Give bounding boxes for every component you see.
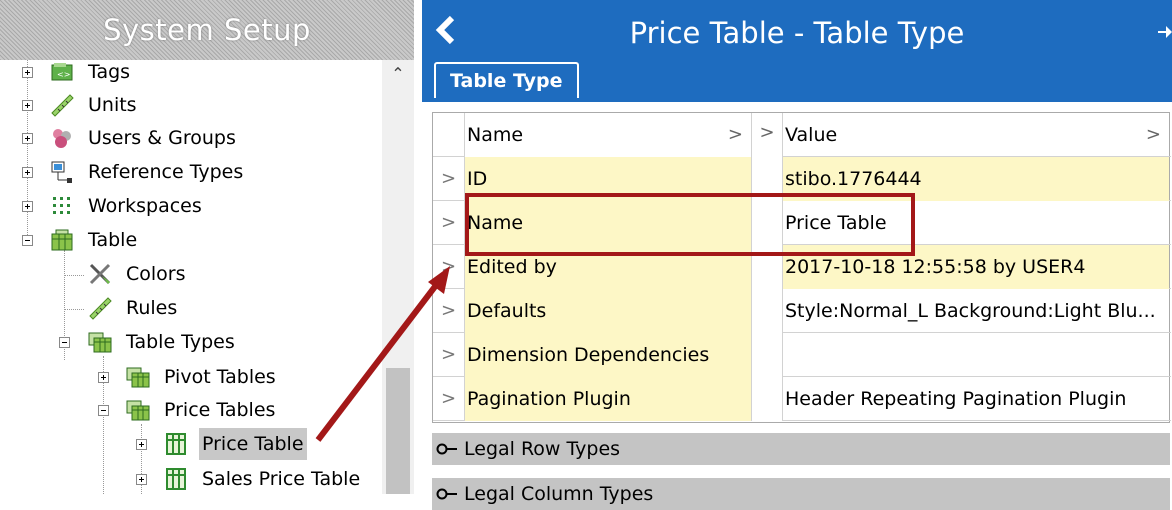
row-expand-icon[interactable]: > [433, 201, 465, 245]
row-expand-icon[interactable]: > [433, 245, 465, 289]
tree-item-label: Table [88, 229, 138, 251]
table-types-icon [126, 367, 150, 388]
expand-icon[interactable] [22, 201, 33, 212]
tree-scrollbar[interactable]: ⌃ [382, 60, 414, 494]
property-value[interactable] [783, 333, 1169, 377]
collapse-section-icon[interactable] [436, 441, 458, 457]
tree-item-label: Table Types [126, 331, 235, 353]
tree-item-label: Colors [126, 263, 186, 285]
table-types-icon [88, 332, 112, 353]
collapse-section-icon[interactable] [436, 486, 458, 502]
tree-item-label: Sales Price Table [202, 468, 361, 490]
property-grid: Name > > Value > > ID stibo.1776444 > Name… [432, 112, 1171, 423]
navigation-tree: <> Tags Units Users & Groups Reference T… [0, 60, 382, 494]
column-header-name[interactable]: Name > [465, 113, 751, 157]
row-expand-icon[interactable]: > [433, 377, 465, 421]
tree-item-label: Tags [88, 61, 131, 83]
tree-item-label: Price Tables [164, 399, 276, 421]
editor-title: Price Table - Table Type [629, 16, 965, 50]
svg-text:<>: <> [57, 70, 70, 79]
expand-icon[interactable] [136, 439, 147, 450]
expand-icon[interactable] [98, 372, 109, 383]
property-name: Pagination Plugin [465, 377, 751, 421]
expand-icon[interactable] [22, 167, 33, 178]
collapse-icon[interactable] [98, 405, 109, 416]
section-legal-row-types[interactable]: Legal Row Types [432, 433, 1170, 465]
green-table-icon [166, 433, 186, 455]
expand-icon[interactable] [22, 67, 33, 78]
tree-item-label: Price Table [199, 428, 307, 460]
table-row[interactable]: > Dimension Dependencies [433, 333, 1171, 377]
table-row[interactable]: > Defaults Style:Normal_L Background:Lig… [433, 289, 1171, 333]
table-row[interactable]: > Pagination Plugin Header Repeating Pag… [433, 377, 1171, 421]
tab-table-type[interactable]: Table Type [434, 62, 579, 100]
section-label: Legal Row Types [464, 438, 621, 460]
collapse-icon[interactable] [22, 235, 33, 246]
scroll-thumb[interactable] [386, 368, 410, 494]
section-legal-column-types[interactable]: Legal Column Types [432, 478, 1170, 510]
property-name: Defaults [465, 289, 751, 333]
chevron-right-icon[interactable]: > [751, 113, 783, 157]
chevron-right-icon: > [1145, 124, 1161, 145]
colors-tools-icon [89, 263, 111, 285]
row-expand-icon[interactable]: > [433, 157, 465, 201]
collapse-icon[interactable] [59, 337, 70, 348]
table-icon [51, 229, 73, 251]
ruler-icon [89, 297, 112, 320]
section-label: Legal Column Types [464, 483, 654, 505]
tree-item-label: Reference Types [88, 161, 244, 183]
ruler-icon [51, 94, 74, 117]
expand-icon[interactable] [22, 133, 33, 144]
cell-spacer [751, 333, 783, 377]
expand-icon[interactable] [22, 100, 33, 111]
highlight-box [465, 193, 915, 256]
users-icon [53, 129, 71, 148]
row-expander-header [433, 113, 465, 157]
cell-spacer [751, 377, 783, 421]
property-value[interactable]: Style:Normal_L Background:Light Blu... [783, 289, 1169, 333]
tree-item-label: Pivot Tables [164, 366, 276, 388]
tree-item-label: Users & Groups [88, 127, 236, 149]
chevron-right-icon: > [727, 124, 743, 145]
green-table-icon [166, 468, 186, 490]
property-value[interactable]: Header Repeating Pagination Plugin [783, 377, 1169, 421]
tab-strip: Table Type [422, 62, 1172, 102]
row-expand-icon[interactable]: > [433, 333, 465, 377]
system-setup-panel: System Setup <> Tags Units Users & Group… [0, 0, 414, 494]
workspaces-icon [53, 197, 70, 214]
reference-icon [51, 161, 72, 183]
tags-icon: <> [51, 63, 73, 81]
expand-icon[interactable] [136, 474, 147, 485]
table-types-icon [126, 400, 150, 421]
tree-item-label: Units [88, 94, 137, 116]
column-header-value[interactable]: Value > [783, 113, 1169, 157]
tree-item-label: Workspaces [88, 195, 202, 217]
grid-header: Name > > Value > [433, 113, 1171, 157]
row-expand-icon[interactable]: > [433, 289, 465, 333]
tree-item-label: Rules [126, 297, 178, 319]
panel-title: System Setup [0, 0, 414, 60]
scroll-up-icon[interactable]: ⌃ [390, 66, 406, 82]
editor-header: Price Table - Table Type [422, 0, 1172, 62]
cell-spacer [751, 289, 783, 333]
pin-icon[interactable] [1158, 22, 1172, 42]
property-name: Dimension Dependencies [465, 333, 751, 377]
